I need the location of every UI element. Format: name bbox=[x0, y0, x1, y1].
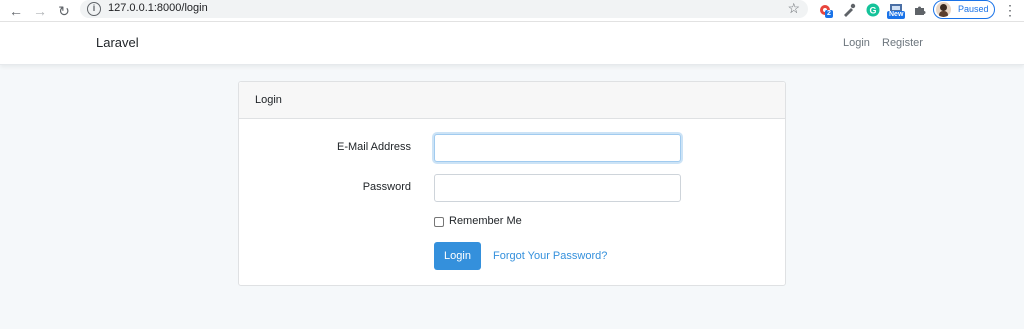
password-label: Password bbox=[362, 181, 411, 193]
email-field[interactable] bbox=[434, 134, 681, 162]
login-card: Login E-Mail Address Password Remember M… bbox=[238, 81, 786, 286]
remember-me-checkbox[interactable] bbox=[434, 217, 444, 227]
eyedropper-icon[interactable] bbox=[841, 2, 857, 18]
card-header: Login bbox=[239, 82, 785, 119]
extension-badge-count: 2 bbox=[825, 10, 833, 18]
site-info-icon[interactable]: i bbox=[87, 2, 101, 16]
remember-me-label[interactable]: Remember Me bbox=[449, 215, 522, 227]
forward-arrow-icon[interactable]: → bbox=[30, 1, 50, 21]
back-arrow-icon[interactable]: ← bbox=[6, 1, 26, 21]
brand-link[interactable]: Laravel bbox=[96, 35, 139, 50]
forgot-password-link[interactable]: Forgot Your Password? bbox=[493, 250, 607, 262]
puzzle-extensions-icon[interactable] bbox=[912, 2, 928, 18]
address-url[interactable]: 127.0.0.1:8000/login bbox=[108, 2, 208, 14]
email-label: E-Mail Address bbox=[337, 141, 411, 153]
svg-text:G: G bbox=[869, 6, 876, 16]
nav-login-link[interactable]: Login bbox=[843, 37, 870, 49]
profile-paused-button[interactable]: Paused bbox=[933, 0, 995, 19]
card-title: Login bbox=[255, 94, 282, 106]
password-field[interactable] bbox=[434, 174, 681, 202]
kebab-menu-icon[interactable]: ⋮ bbox=[1003, 2, 1017, 18]
profile-status: Paused bbox=[958, 4, 989, 14]
new-badge: New bbox=[887, 11, 906, 19]
reload-icon[interactable]: ↻ bbox=[54, 1, 74, 21]
browser-toolbar: ← → ↻ i 127.0.0.1:8000/login ☆ 2 G New P… bbox=[0, 0, 1024, 22]
grammarly-icon[interactable]: G bbox=[865, 2, 881, 18]
avatar bbox=[936, 2, 951, 17]
extension-icon-1[interactable]: 2 bbox=[817, 2, 833, 18]
address-bar[interactable]: i 127.0.0.1:8000/login ☆ bbox=[80, 0, 808, 18]
nav-register-link[interactable]: Register bbox=[882, 37, 923, 49]
bookmark-star-icon[interactable]: ☆ bbox=[787, 0, 800, 17]
login-button[interactable]: Login bbox=[434, 242, 481, 270]
app-navbar: Laravel Login Register bbox=[0, 22, 1024, 65]
new-extension-icon[interactable]: New bbox=[887, 2, 906, 19]
